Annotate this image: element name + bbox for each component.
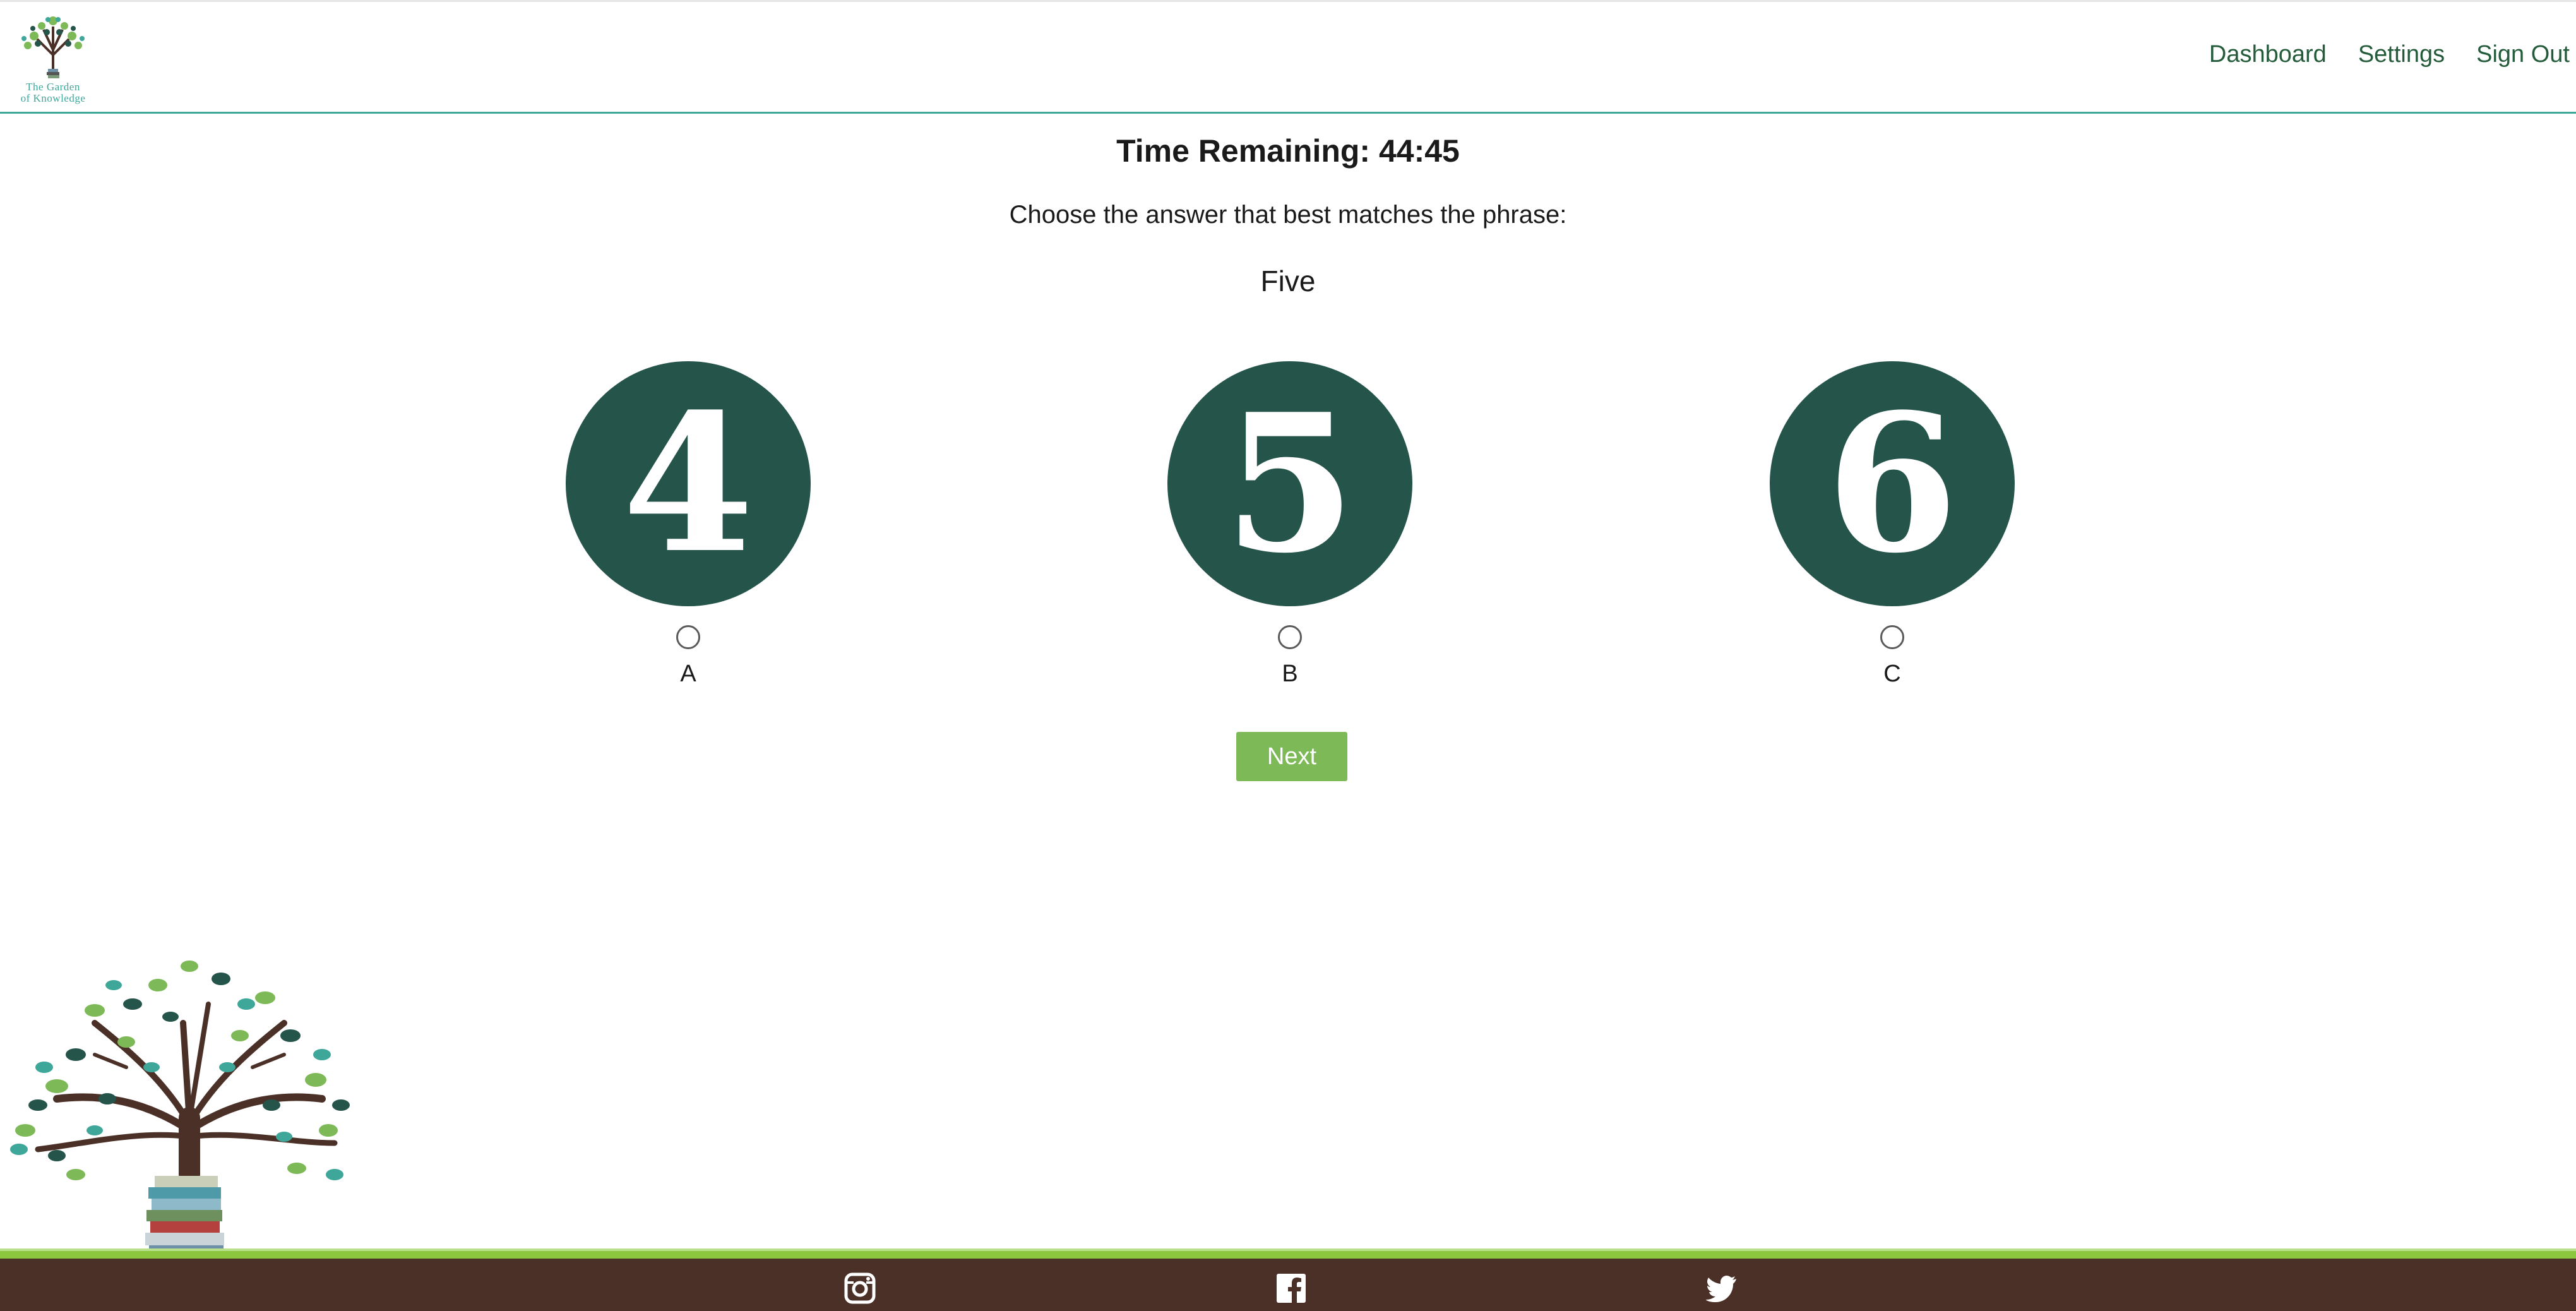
tree-logo-icon	[21, 16, 85, 78]
answer-radio-c[interactable]	[1880, 625, 1904, 649]
top-nav: Dashboard Settings Sign Out	[2209, 41, 2570, 68]
answer-option-c: 6 C	[1766, 361, 2018, 688]
logo-text-line1: The Garden	[26, 81, 80, 93]
header: The Garden of Knowledge Dashboard Settin…	[0, 0, 2576, 114]
decorative-tree-icon	[10, 961, 350, 1259]
answer-option-b: 5 B	[1164, 361, 1416, 688]
answer-radio-a[interactable]	[676, 625, 700, 649]
target-phrase: Five	[1260, 265, 1316, 297]
footer	[0, 1259, 2576, 1311]
logo-text-line2: of Knowledge	[20, 92, 86, 104]
answer-label-a: A	[680, 661, 696, 687]
nav-settings-link[interactable]: Settings	[2358, 41, 2445, 68]
facebook-icon[interactable]	[1275, 1272, 1307, 1304]
footer-divider	[0, 1248, 2576, 1259]
answer-image-5[interactable]: 5	[1167, 361, 1412, 606]
time-remaining: Time Remaining: 44:45	[1116, 133, 1460, 169]
next-button[interactable]: Next	[1236, 732, 1347, 781]
twitter-icon[interactable]	[1706, 1272, 1738, 1304]
nav-dashboard-link[interactable]: Dashboard	[2209, 41, 2327, 68]
logo-text: The Garden of Knowledge	[9, 81, 97, 104]
question-prompt: Choose the answer that best matches the …	[1009, 201, 1567, 229]
garden-of-knowledge-logo[interactable]: The Garden of Knowledge	[9, 11, 97, 105]
answer-image-4[interactable]: 4	[566, 361, 811, 606]
answer-option-a: 4 A	[562, 361, 814, 688]
instagram-icon[interactable]	[844, 1272, 876, 1304]
answer-image-6[interactable]: 6	[1770, 361, 2015, 606]
answer-radio-b[interactable]	[1278, 625, 1302, 649]
answer-label-b: B	[1282, 661, 1298, 687]
nav-sign-out-link[interactable]: Sign Out	[2476, 41, 2570, 68]
answer-label-c: C	[1883, 661, 1901, 687]
